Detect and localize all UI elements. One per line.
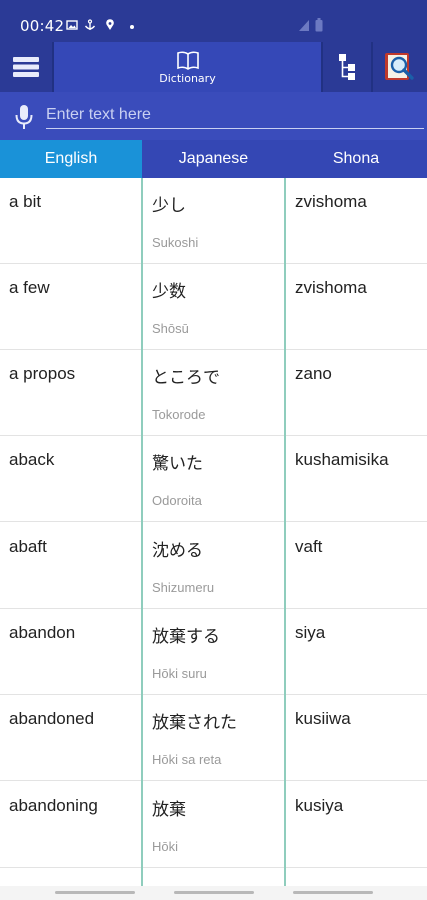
japanese-romaji: Hōki suru [152, 666, 207, 681]
dictionary-search-button[interactable] [373, 42, 427, 92]
japanese-romaji: Odoroita [152, 493, 202, 508]
japanese-romaji: Shōsū [152, 321, 189, 336]
japanese-romaji: Hōki [152, 839, 179, 854]
japanese-romaji: Sukoshi [152, 235, 199, 250]
search-bar [0, 92, 427, 140]
shona-word: kushamisika [295, 450, 389, 469]
open-book-icon [176, 51, 199, 70]
japanese-romaji: Shizumeru [152, 580, 215, 595]
word-row[interactable]: a few 少数 Shōsū zvishoma [0, 264, 427, 350]
menu-icon [13, 57, 39, 77]
column-divider [284, 178, 286, 886]
japanese-word: 驚いた [152, 454, 203, 474]
more-notifications-dot [130, 25, 134, 29]
recents-nav-button[interactable] [55, 891, 135, 894]
app-toolbar: Dictionary [0, 42, 427, 92]
word-row[interactable]: abandoning 放棄 Hōki kusiya [0, 782, 427, 868]
shona-word: siya [295, 623, 326, 642]
tab-shona[interactable]: Shona [285, 140, 427, 178]
microphone-icon[interactable] [14, 104, 34, 130]
japanese-word: 放棄 [152, 800, 186, 820]
book-search-icon [385, 53, 414, 80]
english-word: abandon [9, 623, 76, 642]
dictionary-tab-button[interactable]: Dictionary [54, 42, 321, 92]
word-row[interactable]: abaft 沈める Shizumeru vaft [0, 523, 427, 609]
home-nav-button[interactable] [174, 891, 254, 894]
japanese-word: 少し [152, 196, 186, 216]
japanese-word: 沈める [152, 541, 203, 561]
japanese-word: ところで [152, 368, 220, 388]
anchor-notification-icon [84, 19, 96, 30]
back-nav-button[interactable] [293, 891, 373, 894]
status-time: 00:42 [20, 17, 65, 35]
japanese-word: 放棄された [152, 713, 237, 733]
english-word: abandoning [9, 796, 98, 815]
shona-word: vaft [295, 537, 323, 556]
shona-word: zano [295, 364, 332, 383]
english-word: abaft [9, 537, 47, 556]
shona-word: kusiya [295, 796, 344, 815]
language-tabs: English Japanese Shona [0, 140, 427, 178]
hierarchy-icon [339, 54, 355, 80]
menu-button[interactable] [0, 42, 52, 92]
status-bar: 00:42 [0, 0, 427, 42]
word-row[interactable]: a bit 少し Sukoshi zvishoma [0, 178, 427, 264]
image-notification-icon [66, 20, 78, 30]
japanese-romaji: Tokorode [152, 407, 206, 422]
system-nav-bar [0, 886, 427, 900]
signal-icon [299, 20, 309, 31]
tab-japanese[interactable]: Japanese [142, 140, 285, 178]
location-notification-icon [106, 19, 114, 30]
shona-word: kusiiwa [295, 709, 351, 728]
battery-icon [315, 18, 323, 32]
hierarchy-button[interactable] [323, 42, 371, 92]
word-list[interactable]: a bit 少し Sukoshi zvishoma a few 少数 Shōsū… [0, 178, 427, 886]
word-row[interactable]: abandoned 放棄された Hōki sa reta kusiiwa [0, 695, 427, 781]
english-word: a bit [9, 192, 42, 211]
word-row[interactable]: aback 驚いた Odoroita kushamisika [0, 436, 427, 522]
shona-word: zvishoma [295, 192, 367, 211]
search-input[interactable] [46, 103, 424, 129]
tab-english[interactable]: English [0, 140, 142, 178]
japanese-word: 放棄する [152, 627, 220, 647]
dictionary-label: Dictionary [159, 71, 216, 85]
english-word: a propos [9, 364, 76, 383]
japanese-word: 少数 [152, 282, 186, 302]
column-divider [141, 178, 143, 886]
english-word: aback [9, 450, 55, 469]
japanese-romaji: Hōki sa reta [152, 752, 222, 767]
english-word: a few [9, 278, 50, 297]
shona-word: zvishoma [295, 278, 367, 297]
english-word: abandoned [9, 709, 95, 728]
word-row[interactable]: a propos ところで Tokorode zano [0, 350, 427, 436]
word-row[interactable]: abandon 放棄する Hōki suru siya [0, 609, 427, 695]
